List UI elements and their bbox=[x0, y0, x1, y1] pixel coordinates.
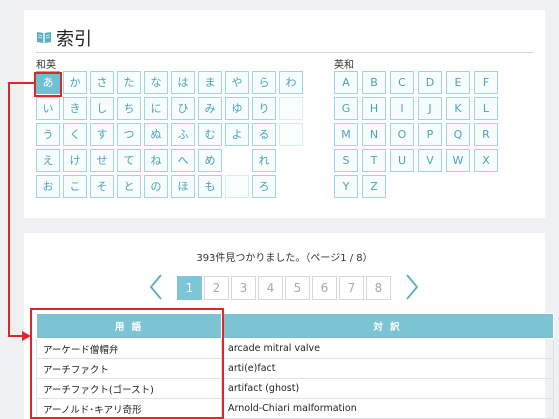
kana-key-empty bbox=[279, 97, 303, 120]
kana-key[interactable]: と bbox=[117, 175, 141, 198]
kana-key-empty bbox=[225, 175, 249, 198]
index-title: 索引 bbox=[56, 29, 92, 50]
alpha-key[interactable]: F bbox=[474, 71, 498, 94]
kana-key[interactable]: わ bbox=[279, 71, 303, 94]
kana-key[interactable]: へ bbox=[171, 149, 195, 172]
alpha-key[interactable]: G bbox=[334, 97, 358, 120]
kana-key[interactable]: お bbox=[36, 175, 60, 198]
kana-key[interactable]: ほ bbox=[171, 175, 195, 198]
kana-key[interactable]: せ bbox=[90, 149, 114, 172]
alpha-key[interactable]: O bbox=[390, 123, 414, 146]
kana-key[interactable]: る bbox=[252, 123, 276, 146]
kana-key[interactable]: い bbox=[36, 97, 60, 120]
kana-key[interactable]: ゆ bbox=[225, 97, 249, 120]
alpha-key[interactable]: Z bbox=[362, 175, 386, 198]
kana-key[interactable]: か bbox=[63, 71, 87, 94]
kana-key[interactable]: そ bbox=[90, 175, 114, 198]
kana-key[interactable]: ら bbox=[252, 71, 276, 94]
alpha-key[interactable]: P bbox=[418, 123, 442, 146]
alpha-key[interactable]: R bbox=[474, 123, 498, 146]
alpha-key[interactable]: L bbox=[474, 97, 498, 120]
kana-key[interactable]: に bbox=[144, 97, 168, 120]
alpha-key[interactable]: E bbox=[446, 71, 470, 94]
kana-key[interactable]: ぬ bbox=[144, 123, 168, 146]
translation-cell: Arnold-Chiari malformation bbox=[221, 398, 554, 419]
kana-highlight-box bbox=[34, 72, 62, 97]
connector-arrow-icon bbox=[22, 331, 31, 341]
kana-key[interactable]: れ bbox=[252, 149, 276, 172]
kana-key[interactable]: も bbox=[198, 175, 222, 198]
translation-cell: artifact (ghost) bbox=[221, 378, 554, 399]
prev-page-icon[interactable] bbox=[149, 273, 163, 301]
alpha-key[interactable]: H bbox=[362, 97, 386, 120]
kana-key[interactable]: ひ bbox=[171, 97, 195, 120]
alpha-key[interactable]: S bbox=[334, 149, 358, 172]
kana-key[interactable]: き bbox=[63, 97, 87, 120]
alpha-key[interactable]: V bbox=[418, 149, 442, 172]
kana-key[interactable]: み bbox=[198, 97, 222, 120]
kana-key[interactable]: ふ bbox=[171, 123, 195, 146]
kana-key[interactable]: ね bbox=[144, 149, 168, 172]
alpha-key[interactable]: W bbox=[446, 149, 470, 172]
page-button[interactable]: 7 bbox=[339, 276, 364, 300]
connector-vertical bbox=[8, 82, 10, 337]
page-button[interactable]: 2 bbox=[204, 276, 229, 300]
alpha-key[interactable]: I bbox=[390, 97, 414, 120]
kana-key[interactable]: め bbox=[198, 149, 222, 172]
page-button[interactable]: 4 bbox=[258, 276, 283, 300]
alpha-key[interactable]: M bbox=[334, 123, 358, 146]
kana-key[interactable]: て bbox=[117, 149, 141, 172]
kana-key[interactable]: え bbox=[36, 149, 60, 172]
page-button[interactable]: 6 bbox=[312, 276, 337, 300]
kana-key[interactable]: や bbox=[225, 71, 249, 94]
wa-label: 和英 bbox=[36, 60, 56, 71]
kana-key[interactable]: の bbox=[144, 175, 168, 198]
kana-key[interactable]: む bbox=[198, 123, 222, 146]
kana-key[interactable]: つ bbox=[117, 123, 141, 146]
alpha-key[interactable]: B bbox=[362, 71, 386, 94]
alpha-key[interactable]: K bbox=[446, 97, 470, 120]
translation-cell: arti(e)fact bbox=[221, 358, 554, 379]
kana-key[interactable]: り bbox=[252, 97, 276, 120]
kana-key-empty bbox=[279, 123, 303, 146]
kana-key[interactable]: な bbox=[144, 71, 168, 94]
index-header: 索引 bbox=[36, 18, 533, 53]
kana-key[interactable]: よ bbox=[225, 123, 249, 146]
kana-key[interactable]: く bbox=[63, 123, 87, 146]
alpha-key[interactable]: D bbox=[418, 71, 442, 94]
kana-key[interactable]: た bbox=[117, 71, 141, 94]
kana-key[interactable]: ま bbox=[198, 71, 222, 94]
translation-column-header: 対 訳 bbox=[221, 313, 554, 339]
alpha-key[interactable]: A bbox=[334, 71, 358, 94]
index-panel: 索引 和英 英和 あかさたなはまやらわいきしちにひみゆりうくすつぬふむよるえけせ… bbox=[24, 10, 545, 218]
alpha-key[interactable]: U bbox=[390, 149, 414, 172]
page-button[interactable]: 3 bbox=[231, 276, 256, 300]
page-button[interactable]: 1 bbox=[177, 276, 202, 300]
alpha-key[interactable]: T bbox=[362, 149, 386, 172]
kana-key[interactable]: う bbox=[36, 123, 60, 146]
page-button[interactable]: 5 bbox=[285, 276, 310, 300]
term-column-highlight bbox=[30, 308, 224, 419]
kana-key[interactable]: ち bbox=[117, 97, 141, 120]
kana-key[interactable]: こ bbox=[63, 175, 87, 198]
result-count: 393件見つかりました。（ページ1 / 8） bbox=[196, 253, 373, 264]
kana-key[interactable]: ろ bbox=[252, 175, 276, 198]
kana-key[interactable]: し bbox=[90, 97, 114, 120]
book-icon bbox=[37, 32, 51, 43]
translation-cell: arcade mitral valve bbox=[221, 338, 554, 359]
connector-top bbox=[8, 82, 35, 84]
alpha-key[interactable]: J bbox=[418, 97, 442, 120]
alpha-key[interactable]: N bbox=[362, 123, 386, 146]
kana-key[interactable]: す bbox=[90, 123, 114, 146]
kana-key[interactable]: け bbox=[63, 149, 87, 172]
alpha-key[interactable]: Y bbox=[334, 175, 358, 198]
next-page-icon[interactable] bbox=[405, 273, 419, 301]
alpha-key[interactable]: X bbox=[474, 149, 498, 172]
kana-key[interactable]: さ bbox=[90, 71, 114, 94]
alpha-key[interactable]: Q bbox=[446, 123, 470, 146]
kana-key[interactable]: は bbox=[171, 71, 195, 94]
ei-label: 英和 bbox=[334, 60, 354, 71]
alpha-key[interactable]: C bbox=[390, 71, 414, 94]
page-button[interactable]: 8 bbox=[366, 276, 391, 300]
